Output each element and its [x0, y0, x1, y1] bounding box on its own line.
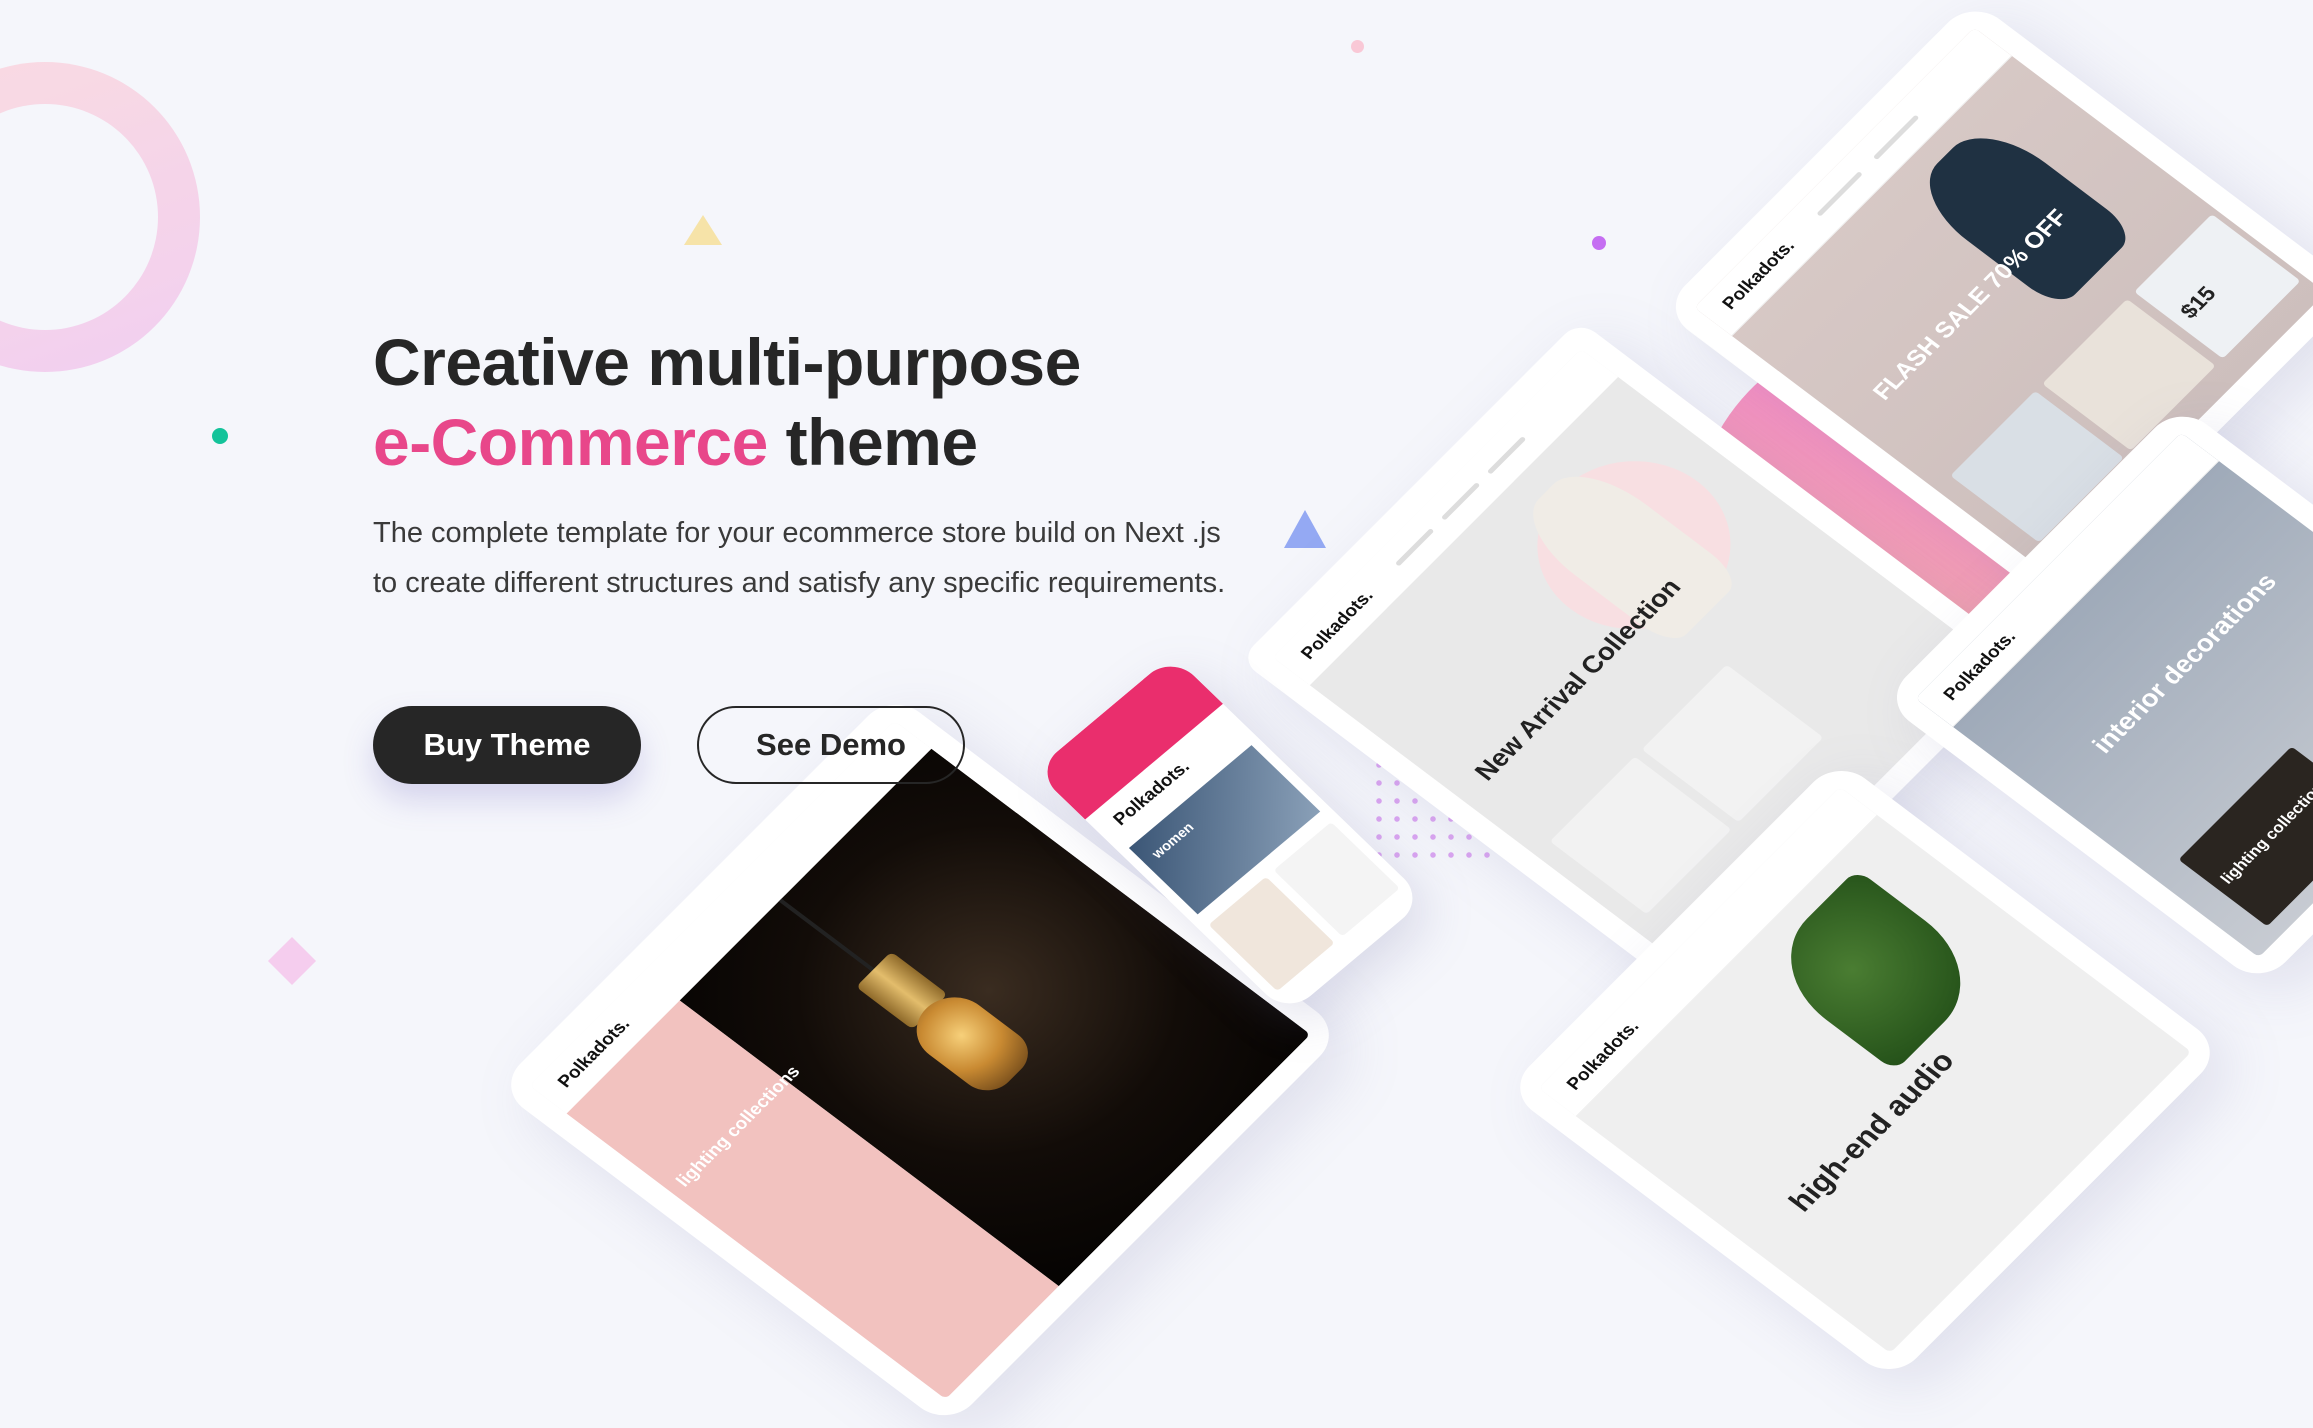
hero-section: Creative multi-purpose e-Commerce theme … [373, 322, 1253, 784]
mock-product-tile: lighting collections [2178, 746, 2313, 927]
phone-banner: women [1128, 745, 1321, 915]
mock-logo: Polkadots. [1562, 1016, 1643, 1094]
hero-title-highlight: e-Commerce [373, 405, 768, 479]
interior-heading: interior decorations [2085, 567, 2283, 759]
see-demo-button[interactable]: See Demo [697, 706, 965, 784]
decorative-dot [1351, 40, 1364, 53]
audio-heading: high-end audio [1782, 1045, 1962, 1218]
phone-banner-label: women [1148, 819, 1197, 862]
mock-nav-line [1486, 436, 1527, 475]
mock-nav-line [1440, 482, 1481, 521]
buy-theme-button[interactable]: Buy Theme [373, 706, 641, 784]
hero-title-rest: theme [767, 405, 978, 479]
decorative-triangle [1284, 510, 1326, 548]
decorative-dot [212, 428, 228, 444]
model-figure [1906, 116, 2138, 310]
mock-nav-line [1816, 171, 1863, 217]
mock-logo: Polkadots. [1717, 236, 1799, 313]
decorative-ring [0, 62, 200, 372]
hero-buttons: Buy Theme See Demo [373, 706, 965, 784]
hero-description: The complete template for your ecommerce… [373, 517, 1226, 599]
decorative-dot [1592, 236, 1606, 250]
lamp-cable [778, 898, 879, 975]
hero-title-line1: Creative multi-purpose [373, 325, 1081, 399]
mock-nav-line [1394, 528, 1435, 567]
mock-price: $15 [2174, 281, 2221, 323]
mock-nav-line [1872, 114, 1920, 161]
hero-title: Creative multi-purpose e-Commerce theme [373, 322, 1253, 482]
decorative-diamond [267, 936, 317, 986]
mock-logo: Polkadots. [1939, 627, 2020, 704]
interior-sub-heading: lighting collections [2217, 773, 2313, 888]
decorative-triangle [684, 215, 722, 245]
lamp-heading: lighting collections [671, 1062, 804, 1191]
